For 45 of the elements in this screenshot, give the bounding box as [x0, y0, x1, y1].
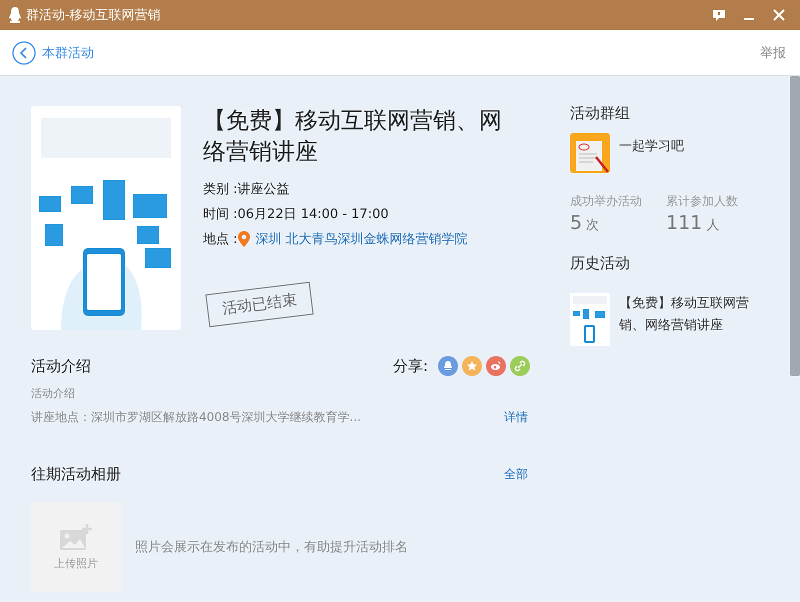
- group-avatar-icon: [570, 133, 610, 173]
- scrollbar[interactable]: [790, 76, 800, 376]
- intro-summary: 讲座地点：深圳市罗湖区解放路4008号深圳大学继续教育学...: [31, 409, 362, 426]
- share-button[interactable]: [438, 356, 458, 376]
- intro-subtitle: 活动介绍: [31, 386, 76, 401]
- section-heading: 往期活动相册: [31, 464, 122, 484]
- group-name[interactable]: 一起学习吧: [619, 137, 684, 155]
- detail-value: 讲座公益: [238, 180, 290, 198]
- section-heading: 活动介绍: [31, 356, 92, 376]
- close-icon: [773, 9, 785, 21]
- share-label: 分享:: [392, 356, 428, 376]
- stat-value: 111: [666, 212, 702, 234]
- section-heading: 历史活动: [570, 254, 631, 273]
- speech-bubble-icon: [713, 10, 725, 20]
- detail-label: 时间 :: [203, 206, 238, 222]
- eye-icon: [490, 360, 502, 372]
- upload-photo-button[interactable]: 上传照片: [31, 502, 121, 592]
- stat-label: 累计参加人数: [666, 193, 738, 210]
- star-icon: [466, 360, 478, 372]
- stat-label: 成功举办活动: [570, 193, 642, 210]
- share-button[interactable]: [486, 356, 506, 376]
- detail-label: 地点 :: [203, 230, 238, 248]
- back-link[interactable]: 本群活动: [12, 40, 760, 64]
- share-button[interactable]: [462, 356, 482, 376]
- album-hint: 照片会展示在发布的活动中，有助提升活动排名: [135, 539, 408, 556]
- event-title: 【免费】移动互联网营销、网络营销讲座: [203, 107, 503, 167]
- stat-unit: 次: [586, 217, 600, 234]
- add-image-icon: [60, 524, 92, 550]
- detail-value: 06月22日 14:00 - 17:00: [238, 206, 389, 222]
- minimize-icon: [744, 18, 754, 20]
- section-heading: 活动群组: [570, 104, 631, 123]
- share-button[interactable]: [510, 356, 530, 376]
- stat-value: 5: [570, 212, 582, 234]
- location-pin-icon: [238, 230, 250, 246]
- view-all-link[interactable]: 全部: [504, 466, 528, 482]
- window-title: 群活动-移动互联网营销: [26, 7, 162, 24]
- stat-unit: 人: [706, 217, 720, 234]
- details-link[interactable]: 详情: [504, 409, 528, 426]
- history-item[interactable]: 【免费】移动互联网营销、网络营销讲座: [570, 293, 780, 346]
- ended-stamp: 活动已结束: [205, 282, 314, 328]
- detail-label: 类别 :: [203, 180, 238, 198]
- report-link[interactable]: 举报: [760, 44, 786, 62]
- location-link[interactable]: 深圳 北大青鸟深圳金蛛网络营销学院: [256, 230, 468, 248]
- history-title: 【免费】移动互联网营销、网络营销讲座: [619, 295, 750, 335]
- link-icon: [514, 360, 526, 372]
